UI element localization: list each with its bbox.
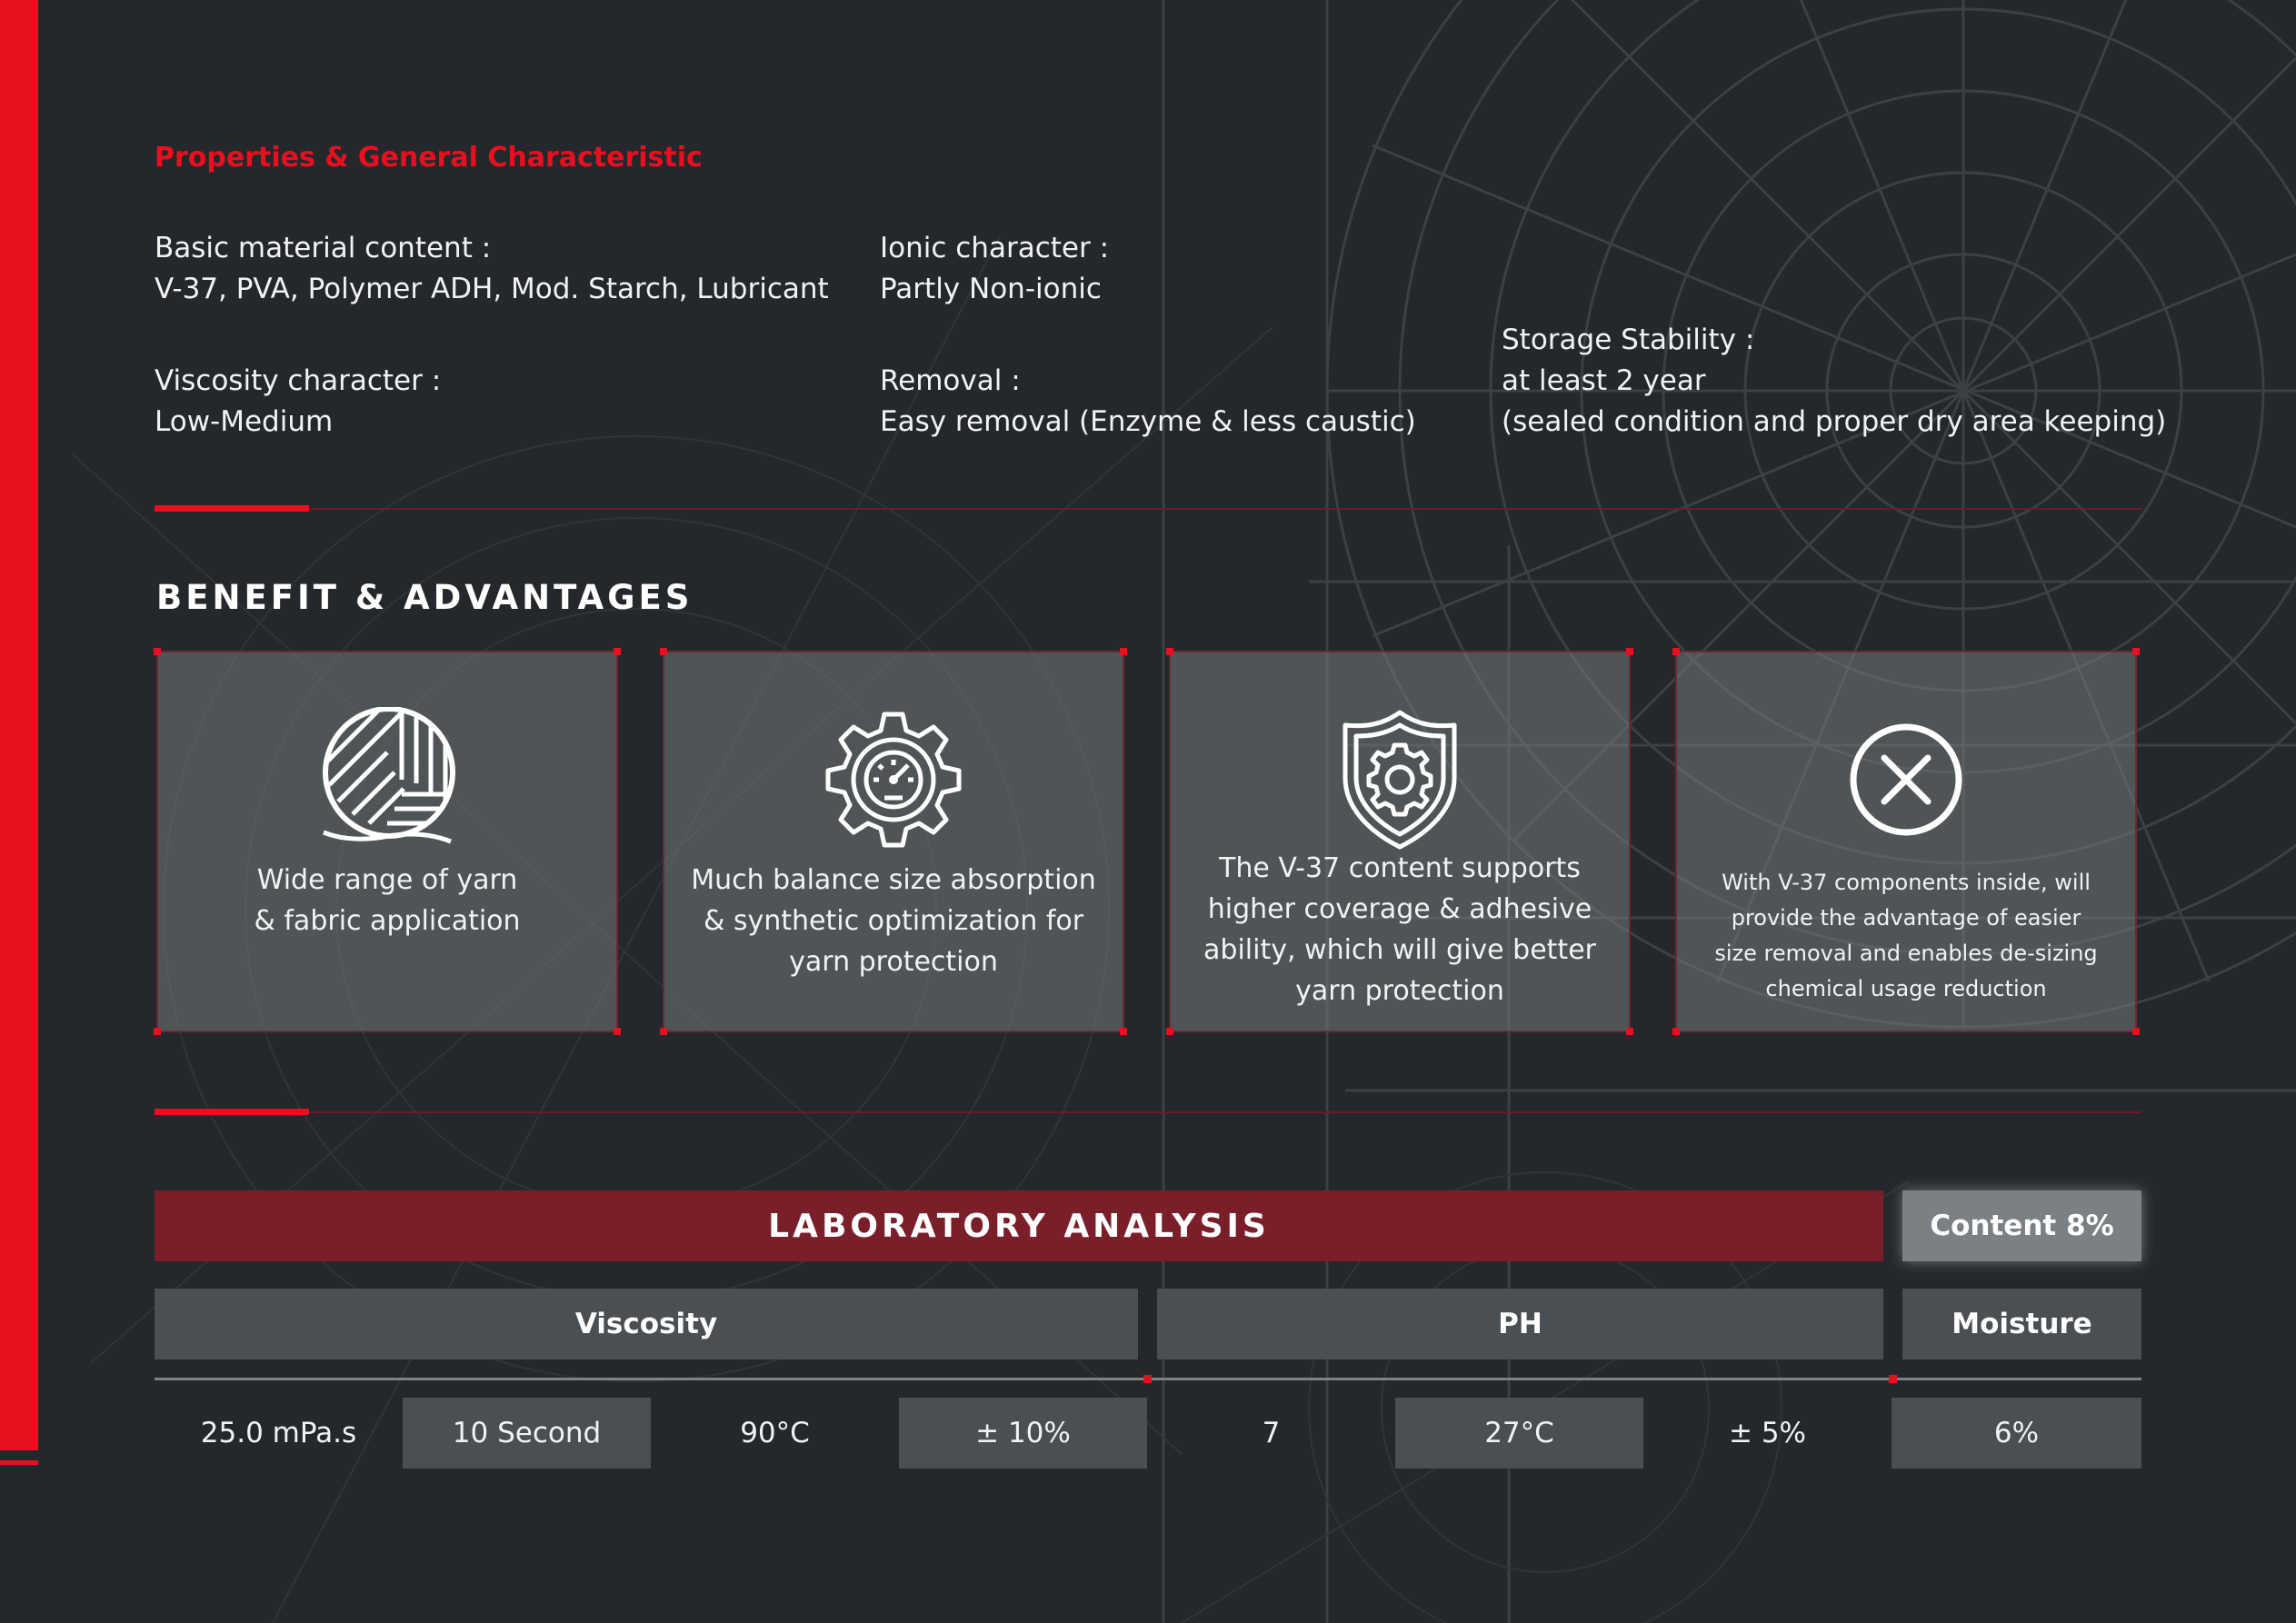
divider-benefits [155,1109,2141,1115]
viscosity-temp-cell: 90°C [740,1417,810,1449]
divider-accent [155,1109,309,1115]
benefit-card-yarn: Wide range of yarn & fabric application [154,648,621,1035]
card-corner [2132,1028,2140,1035]
shield-gear-icon [1343,710,1457,850]
moisture-header: Moisture [1902,1289,2141,1359]
content-badge: Content 8% [1902,1190,2141,1261]
card-corner [1166,1028,1173,1035]
card-corner [1166,648,1173,655]
card-line: With V-37 components inside, will [1722,870,2091,895]
storage-stability-note: (sealed condition and proper dry area ke… [1502,405,2167,438]
benefit-card-text: Much balance size absorption & synthetic… [683,860,1104,982]
card-corner [660,1028,667,1035]
removal-label: Removal : [880,364,1021,397]
viscosity-character-label: Viscosity character : [155,364,442,397]
benefit-card-removal: With V-37 components inside, will provid… [1672,648,2140,1035]
properties-title: Properties & General Characteristic [155,142,703,174]
card-corner [1626,648,1633,655]
separator-dot [1143,1375,1152,1383]
gear-gauge-icon [825,712,962,848]
basic-material-value: V-37, PVA, Polymer ADH, Mod. Starch, Lub… [155,273,829,305]
card-corner [1672,1028,1680,1035]
storage-stability-label: Storage Stability : [1502,324,1755,356]
viscosity-header: Viscosity [155,1289,1138,1359]
divider-properties [155,505,2141,512]
benefit-card-coverage: The V-37 content supports higher coverag… [1166,648,1633,1035]
card-corner [1120,648,1127,655]
benefit-card-absorption: Much balance size absorption & synthetic… [660,648,1127,1035]
viscosity-character-value: Low-Medium [155,405,334,438]
card-line: size removal and enables de-sizing [1714,941,2098,966]
ionic-character-value: Partly Non-ionic [880,273,1102,305]
card-line: yarn protection [1295,975,1504,1007]
ph-tolerance-cell: ± 5% [1728,1417,1806,1449]
left-accent-tick [0,1460,38,1465]
viscosity-time-cell: 10 Second [403,1398,651,1469]
viscosity-tolerance-cell: ± 10% [899,1398,1147,1469]
card-line: Wide range of yarn [256,864,518,896]
card-corner [614,1028,621,1035]
card-line: & fabric application [254,905,521,937]
card-corner [154,1028,161,1035]
storage-stability-value: at least 2 year [1502,364,1706,397]
left-accent-bar [0,0,38,1450]
card-corner [614,648,621,655]
card-corner [2132,648,2140,655]
benefit-card-text: The V-37 content supports higher coverag… [1189,848,1611,1011]
card-line: The V-37 content supports [1219,852,1581,884]
separator-dot [1889,1375,1897,1383]
card-line: provide the advantage of easier [1731,905,2081,931]
basic-material-block: Basic material content : V-37, PVA, Poly… [155,228,829,310]
viscosity-value-cell: 25.0 mPa.s [200,1417,357,1449]
ph-header: PH [1157,1289,1883,1359]
basic-material-label: Basic material content : [155,232,492,264]
yarn-ball-icon [323,707,455,844]
benefits-title: BENEFIT & ADVANTAGES [156,578,694,617]
moisture-value-cell: 6% [1892,1398,2141,1469]
card-corner [660,648,667,655]
removal-value: Easy removal (Enzyme & less caustic) [880,405,1416,438]
card-line: higher coverage & adhesive [1207,893,1592,925]
card-line: yarn protection [789,946,998,978]
card-corner [154,648,161,655]
x-circle-icon [1850,723,1962,836]
removal-block: Removal : Easy removal (Enzyme & less ca… [880,361,1416,443]
card-line: chemical usage reduction [1765,976,2047,1001]
card-corner [1120,1028,1127,1035]
ph-temp-cell: 27°C [1395,1398,1643,1469]
card-corner [1672,648,1680,655]
ionic-character-block: Ionic character : Partly Non-ionic [880,228,1109,310]
card-line: ability, which will give better [1203,934,1596,966]
card-line: & synthetic optimization for [703,905,1084,937]
storage-stability-block: Storage Stability : at least 2 year (sea… [1502,320,2166,443]
benefit-card-text: With V-37 components inside, will provid… [1695,865,2117,1007]
benefit-card-text: Wide range of yarn & fabric application [176,860,598,941]
card-corner [1626,1028,1633,1035]
divider-accent [155,505,309,512]
ionic-character-label: Ionic character : [880,232,1110,264]
viscosity-character-block: Viscosity character : Low-Medium [155,361,441,443]
card-line: Much balance size absorption [691,864,1096,896]
ph-value-cell: 7 [1262,1417,1281,1449]
lab-analysis-header: LABORATORY ANALYSIS [155,1190,1883,1261]
